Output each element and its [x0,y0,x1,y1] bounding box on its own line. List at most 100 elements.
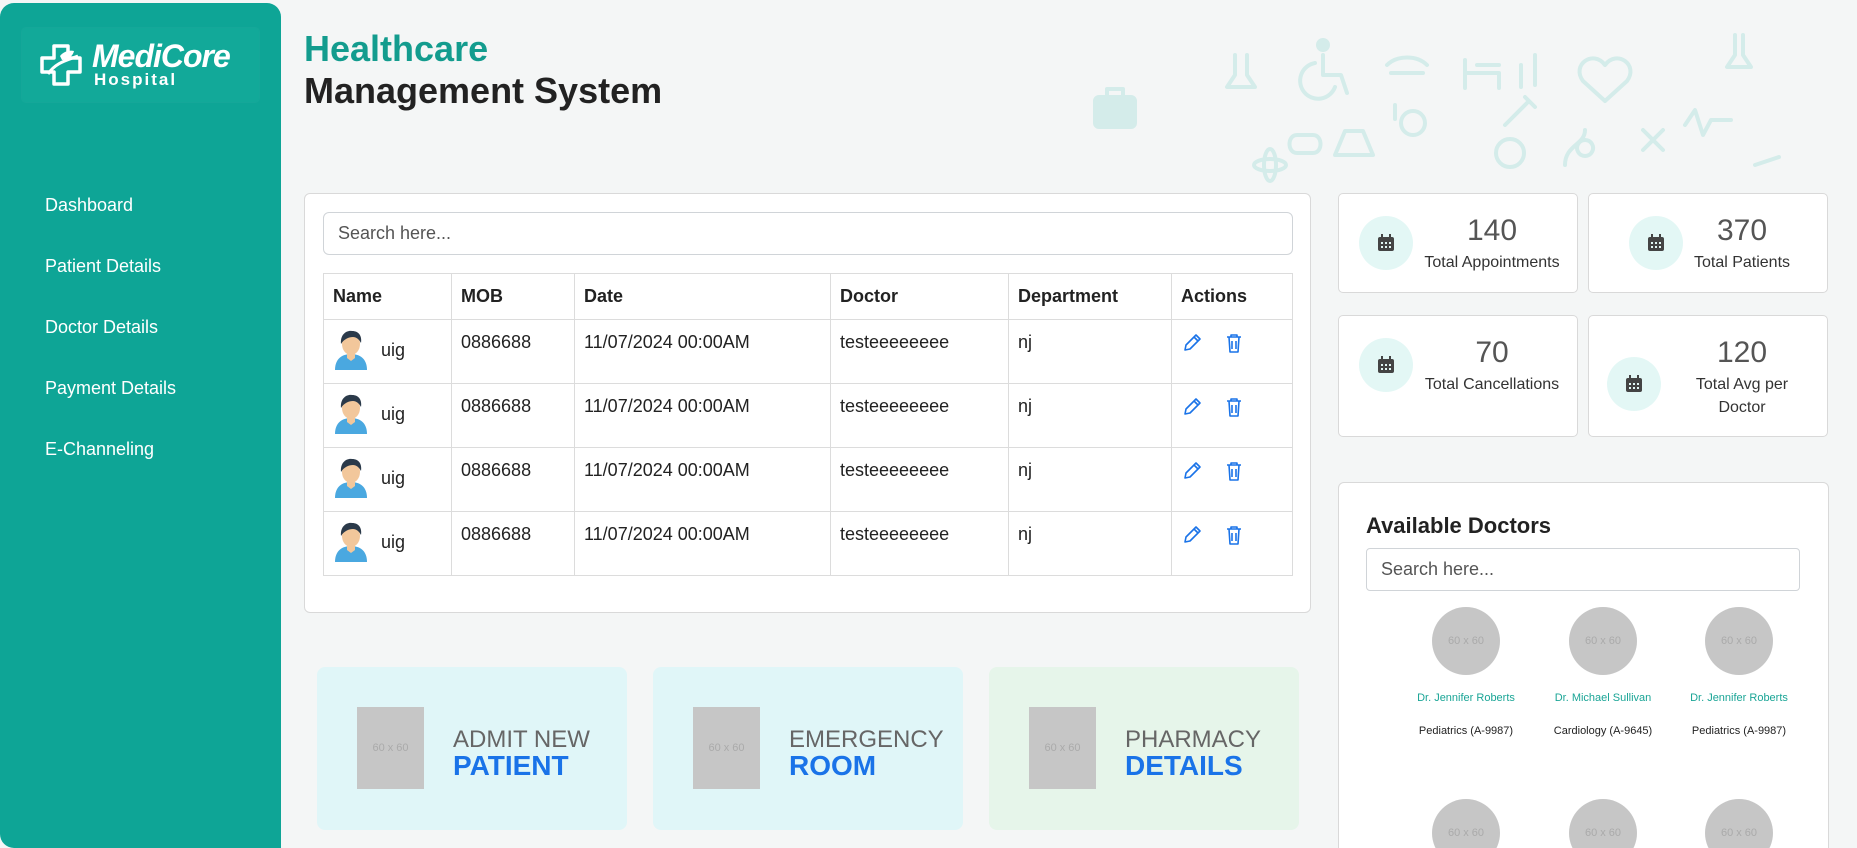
doctor-photo: 60 x 60 [1569,799,1637,848]
stat-card-total-avg-per-doctor[interactable]: 120 Total Avg per Doctor [1588,315,1828,437]
column-header-date[interactable]: Date [574,273,831,320]
sidebar: MediCore Hospital Dashboard Patient Deta… [0,3,281,848]
cell-actions [1171,319,1293,384]
doctor-card[interactable]: 60 x 60 Dr. Jennifer Roberts Pediatrics … [1398,607,1534,737]
stat-value: 70 [1475,336,1509,369]
cell-date: 11/07/2024 00:00AM [574,383,831,448]
doctor-card[interactable]: 60 x 60 [1535,799,1671,848]
edit-icon[interactable] [1181,396,1205,420]
table-row[interactable]: uig 0886688 11/07/2024 00:00AM testeeeeeeee… [323,447,1293,512]
page-title-line1: Healthcare [304,28,489,69]
table-search-input[interactable] [323,212,1293,255]
stat-card-total-patients[interactable]: 370 Total Patients [1588,193,1828,293]
doctor-department: Pediatrics (A-9987) [1418,725,1514,737]
edit-icon[interactable] [1181,524,1205,548]
cell-mob: 0886688 [451,383,575,448]
tile-image: 60 x 60 [357,707,424,789]
doctor-department: Cardiology (A-9645) [1553,725,1653,737]
cell-mob: 0886688 [451,511,575,576]
sidebar-item-patient-details[interactable]: Patient Details [45,254,176,315]
cell-mob: 0886688 [451,319,575,384]
sidebar-item-doctor-details[interactable]: Doctor Details [45,315,176,376]
stat-label: Total Avg per Doctor [1695,376,1789,416]
doctor-card[interactable]: 60 x 60 Dr. Michael Sullivan Cardiology … [1535,607,1671,737]
stat-label: Total Patients [1693,254,1791,271]
doctor-photo: 60 x 60 [1432,799,1500,848]
column-header-name[interactable]: Name [323,273,452,320]
stat-value: 140 [1466,214,1518,247]
cell-doctor: testeeeeeeee [830,319,1009,384]
doctor-photo: 60 x 60 [1432,607,1500,675]
doctor-name[interactable]: Dr. Jennifer Roberts [1671,692,1807,704]
cell-actions [1171,383,1293,448]
stat-card-total-appointments[interactable]: 140 Total Appointments [1338,193,1578,293]
tile-subtitle: ROOM [789,750,877,781]
table-row[interactable]: uig 0886688 11/07/2024 00:00AM testeeeeeeee… [323,383,1293,448]
stat-card-total-cancellations[interactable]: 70 Total Cancellations [1338,315,1578,437]
doctor-name[interactable]: Dr. Jennifer Roberts [1398,692,1534,704]
patient-name: uig [381,467,406,488]
cell-name: uig [323,383,452,448]
doctor-name[interactable]: Dr. Michael Sullivan [1535,692,1671,704]
admit-new-patient-tile[interactable]: 60 x 60 ADMIT NEW PATIENT [317,667,627,830]
column-header-doctor[interactable]: Doctor [830,273,1009,320]
table-row[interactable]: uig 0886688 11/07/2024 00:00AM testeeeeeeee… [323,319,1293,384]
trash-icon[interactable] [1223,396,1247,420]
sidebar-item-e-channeling[interactable]: E-Channeling [45,437,176,498]
logo[interactable]: MediCore Hospital [22,28,259,102]
patient-name: uig [381,339,406,360]
patient-avatar-icon [335,394,367,434]
doctor-card[interactable]: 60 x 60 Dr. Jennifer Roberts Pediatrics … [1671,607,1807,737]
table-row[interactable]: uig 0886688 11/07/2024 00:00AM testeeeeeeee… [323,511,1293,576]
patient-avatar-icon [335,330,367,370]
patient-name: uig [381,531,406,552]
cell-doctor: testeeeeeeee [830,511,1009,576]
cell-doctor: testeeeeeeee [830,383,1009,448]
trash-icon[interactable] [1223,460,1247,484]
edit-icon[interactable] [1181,332,1205,356]
available-doctors-card: Available Doctors 60 x 60 Dr. Jennifer R… [1338,482,1829,848]
emergency-room-tile[interactable]: 60 x 60 EMERGENCY ROOM [653,667,963,830]
cell-date: 11/07/2024 00:00AM [574,511,831,576]
cell-date: 11/07/2024 00:00AM [574,447,831,512]
patient-name: uig [381,403,406,424]
tile-image: 60 x 60 [1029,707,1096,789]
cell-name: uig [323,319,452,384]
available-doctors-title: Available Doctors [1366,513,1552,538]
cell-actions [1171,447,1293,512]
table-header-row: Name MOB Date Doctor Department Actions [323,273,1293,320]
medical-icons-banner [1093,33,1781,183]
calendar-icon [1607,357,1661,411]
column-header-actions: Actions [1171,273,1293,320]
column-header-department[interactable]: Department [1008,273,1172,320]
cell-date: 11/07/2024 00:00AM [574,319,831,384]
cell-department: nj [1008,383,1172,448]
cell-department: nj [1008,319,1172,384]
appointments-table-card: Name MOB Date Doctor Department Actions … [304,193,1311,613]
cell-department: nj [1008,447,1172,512]
cell-actions [1171,511,1293,576]
tile-subtitle: PATIENT [453,750,569,781]
stat-label: Total Cancellations [1424,376,1560,393]
tile-image: 60 x 60 [693,707,760,789]
appointments-table: Name MOB Date Doctor Department Actions … [323,273,1293,576]
cell-doctor: testeeeeeeee [830,447,1009,512]
trash-icon[interactable] [1223,332,1247,356]
pharmacy-details-tile[interactable]: 60 x 60 PHARMACY DETAILS [989,667,1299,830]
sidebar-item-payment-details[interactable]: Payment Details [45,376,176,437]
page-title-line2: Management System [304,70,663,111]
doctor-search-input[interactable] [1366,548,1800,591]
trash-icon[interactable] [1223,524,1247,548]
cell-department: nj [1008,511,1172,576]
cell-name: uig [323,511,452,576]
doctor-photo: 60 x 60 [1705,799,1773,848]
brand-name: MediCore [92,38,231,74]
doctor-card[interactable]: 60 x 60 [1398,799,1534,848]
stat-value: 120 [1716,336,1768,369]
doctor-photo: 60 x 60 [1705,607,1773,675]
column-header-mob[interactable]: MOB [451,273,575,320]
edit-icon[interactable] [1181,460,1205,484]
calendar-icon [1359,216,1413,270]
sidebar-item-dashboard[interactable]: Dashboard [45,193,176,254]
doctor-card[interactable]: 60 x 60 [1671,799,1807,848]
